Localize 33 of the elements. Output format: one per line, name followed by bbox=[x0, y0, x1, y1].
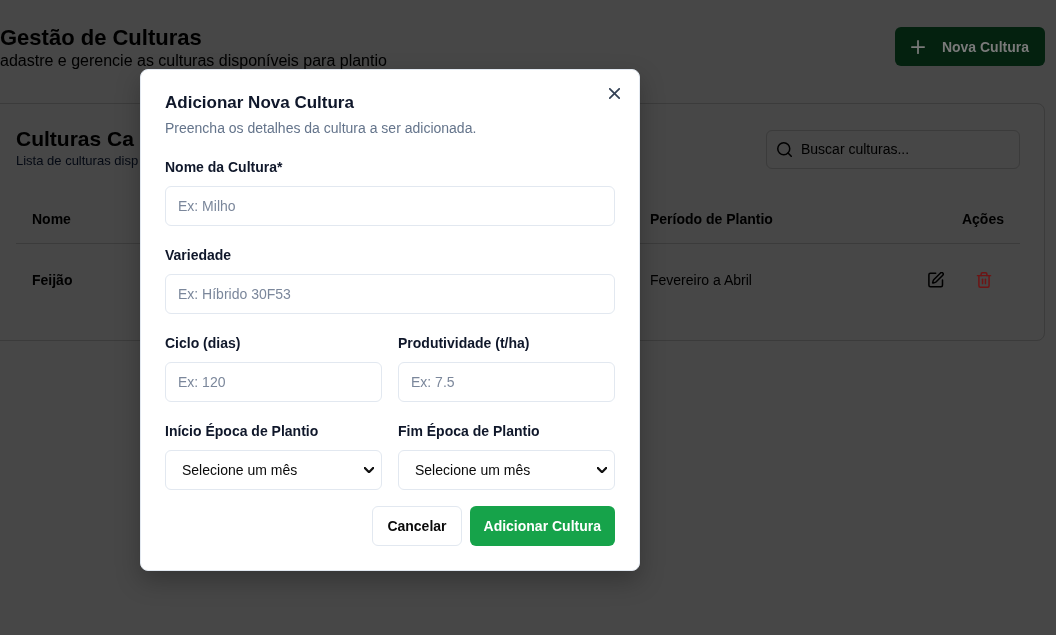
search-field[interactable]: Buscar culturas... bbox=[766, 129, 1020, 169]
field-label: Início Época de Plantio bbox=[165, 422, 320, 441]
plus-icon bbox=[910, 39, 925, 54]
input-field[interactable]: Ex: 7.5 bbox=[398, 362, 615, 402]
card-subtitle: Lista de culturas disp bbox=[16, 152, 139, 170]
column-header: Ações bbox=[961, 211, 1004, 227]
field-label: Produtividade (t/ha) bbox=[398, 334, 531, 353]
pencil-square-icon[interactable] bbox=[928, 272, 944, 288]
field-label: Nome da Cultura* bbox=[165, 158, 284, 177]
field-label: Fim Época de Plantio bbox=[398, 422, 541, 441]
page-title: Gestão de Culturas bbox=[0, 24, 203, 52]
card-title: Culturas Ca bbox=[16, 127, 135, 151]
chevron-down-icon bbox=[597, 467, 607, 473]
search-icon bbox=[777, 141, 792, 157]
table-cell: Fevereiro a Abril bbox=[650, 272, 752, 288]
cancel-button[interactable]: Cancelar bbox=[372, 506, 462, 546]
input-field[interactable]: Ex: Híbrido 30F53 bbox=[165, 274, 615, 314]
chevron-down-icon bbox=[364, 467, 374, 473]
column-header: Período de Plantio bbox=[650, 211, 773, 227]
trash-icon[interactable] bbox=[976, 272, 992, 288]
table-cell: Feijão bbox=[32, 272, 73, 288]
dialog-title: Adicionar Nova Cultura bbox=[165, 93, 355, 113]
input-field[interactable]: Ex: 120 bbox=[165, 362, 382, 402]
new-culture-button[interactable]: Nova Cultura bbox=[894, 27, 1045, 66]
month-select[interactable]: Selecione um mês bbox=[398, 450, 615, 490]
page-subtitle: adastre e gerencie as culturas disponíveis para plantio bbox=[0, 52, 387, 69]
month-select[interactable]: Selecione um mês bbox=[165, 450, 382, 490]
input-field[interactable]: Ex: Milho bbox=[165, 186, 615, 226]
field-label: Variedade bbox=[165, 246, 233, 265]
field-label: Ciclo (dias) bbox=[165, 334, 242, 353]
column-header: Nome bbox=[32, 211, 71, 227]
dialog-description: Preencha os detalhes da cultura a ser adicionada. bbox=[165, 119, 478, 138]
close-icon[interactable] bbox=[609, 88, 620, 99]
